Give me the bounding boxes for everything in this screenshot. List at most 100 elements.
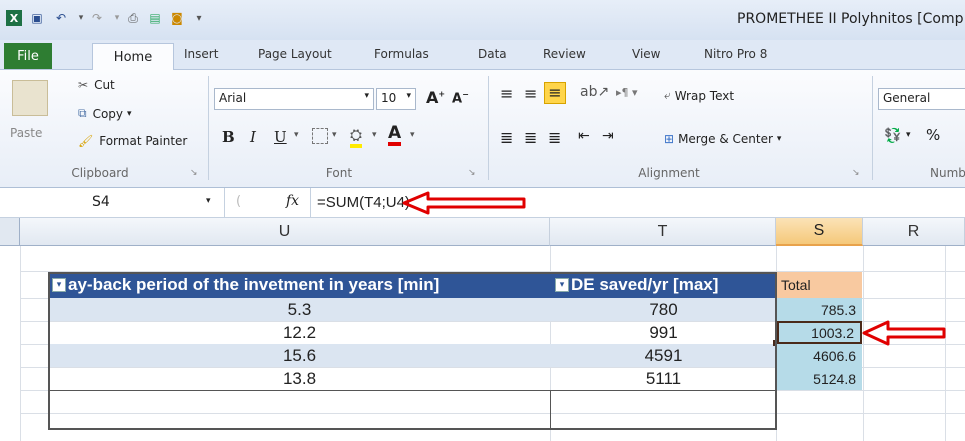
chevron-down-icon[interactable]: ▾ (332, 130, 337, 140)
align-top-icon[interactable]: ≡ (500, 84, 513, 103)
font-size-value: 10 (381, 91, 397, 105)
decrease-indent-icon[interactable]: ⇤ (578, 128, 590, 144)
clipboard-group-label: Clipboard (71, 166, 129, 180)
paste-button[interactable]: Paste (10, 126, 42, 140)
insert-function-button[interactable]: fx (286, 193, 299, 209)
cut-button[interactable]: ✂ Cut (78, 78, 115, 92)
group-separator (872, 76, 873, 180)
select-all-corner[interactable] (0, 218, 20, 246)
align-middle-icon[interactable]: ≡ (524, 84, 537, 103)
cell-u7[interactable]: 13.8 (48, 367, 551, 390)
font-color-icon[interactable]: A (388, 124, 402, 146)
currency-icon[interactable]: 💱 (884, 128, 901, 144)
tab-review[interactable]: Review (543, 47, 586, 61)
table-header-t: DE saved/yr [max] (551, 272, 776, 298)
cell-s7[interactable]: 5124.8 (777, 367, 862, 390)
tab-home[interactable]: Home (92, 43, 174, 71)
bold-button[interactable]: B (222, 128, 235, 146)
grow-font-icon[interactable]: A+ (426, 88, 445, 107)
increase-indent-icon[interactable]: ⇥ (602, 128, 614, 144)
format-painter-button[interactable]: 🖌 Format Painter (78, 134, 187, 148)
cell-u4[interactable]: 5.3 (48, 298, 551, 321)
font-size-select[interactable]: 10 ▾ (376, 88, 416, 110)
orientation-icon[interactable]: ab↗ (580, 84, 609, 100)
align-right-icon[interactable]: ≣ (548, 128, 561, 147)
cut-label: Cut (94, 78, 115, 92)
alignment-launcher-icon[interactable]: ↘ (852, 168, 860, 178)
tab-data[interactable]: Data (478, 47, 507, 61)
tab-nitro-pro[interactable]: Nitro Pro 8 (704, 47, 767, 61)
tab-view[interactable]: View (632, 47, 660, 61)
tab-insert[interactable]: Insert (184, 47, 218, 61)
print-preview-icon[interactable]: ⎙ (124, 9, 142, 27)
merge-center-button[interactable]: ⊞ Merge & Center ▾ (664, 132, 781, 146)
align-left-icon[interactable]: ≣ (500, 128, 513, 147)
group-separator (488, 76, 489, 180)
shrink-font-icon[interactable]: A− (452, 90, 469, 106)
tab-page-layout[interactable]: Page Layout (258, 47, 332, 61)
borders-icon[interactable] (312, 128, 328, 144)
chevron-down-icon[interactable]: ▾ (410, 130, 415, 140)
clipboard-launcher-icon[interactable]: ↘ (190, 168, 198, 178)
chevron-down-icon: ▾ (127, 108, 132, 119)
chevron-down-icon[interactable]: ▾ (294, 130, 299, 140)
name-box[interactable]: S4 (0, 188, 225, 217)
cancel-formula-icon[interactable]: ( (236, 194, 241, 209)
column-header-u[interactable]: U (20, 218, 550, 246)
cell-s5-selected[interactable]: 1003.2 (777, 321, 862, 344)
wrap-text-label: Wrap Text (674, 88, 735, 103)
filter-dropdown-icon[interactable]: ▾ (555, 278, 569, 292)
font-group-label: Font (325, 166, 353, 180)
excel-logo-icon: X (6, 10, 22, 26)
wrap-text-button[interactable]: ⤶ Wrap Text (664, 88, 734, 103)
undo-icon[interactable]: ↶ (52, 9, 70, 27)
gridline (20, 413, 965, 414)
group-separator (208, 76, 209, 180)
copy-button[interactable]: ⧉ Copy ▾ (78, 106, 132, 121)
tab-file[interactable]: File (4, 43, 52, 69)
column-header-t[interactable]: T (550, 218, 776, 246)
percent-button[interactable]: % (926, 126, 940, 144)
window-title: PROMETHEE II Polyhnitos [Comp (737, 11, 964, 27)
merge-icon: ⊞ (664, 132, 675, 146)
underline-button[interactable]: U (274, 128, 287, 146)
merge-center-label: Merge & Center (678, 132, 773, 146)
cell-t4[interactable]: 780 (551, 298, 776, 321)
spreadsheet-grid: U T S R ay-back period of the invetment … (0, 218, 965, 441)
font-name-select[interactable]: Arial ▾ (214, 88, 374, 110)
tab-formulas[interactable]: Formulas (374, 47, 429, 61)
cell-s6[interactable]: 4606.6 (777, 344, 862, 367)
total-header[interactable]: Total (777, 272, 862, 298)
italic-button[interactable]: I (250, 128, 256, 146)
number-format-select[interactable]: General (878, 88, 965, 110)
table-header-u: ay-back period of the invetment in years… (48, 272, 551, 298)
paste-icon[interactable] (12, 80, 48, 116)
column-header-r[interactable]: R (863, 218, 965, 246)
column-header-s[interactable]: S (776, 218, 863, 246)
cell-s4[interactable]: 785.3 (777, 298, 862, 321)
redo-icon[interactable]: ↷ (88, 9, 106, 27)
chevron-down-icon[interactable]: ▾ (906, 130, 911, 140)
save-icon[interactable]: ▣ (28, 9, 46, 27)
gridline (20, 246, 21, 441)
table-inner-line (48, 390, 777, 391)
table-header-u-label: ay-back period of the invetment in years… (68, 275, 440, 294)
align-center-icon[interactable]: ≣ (524, 128, 537, 147)
table-inner-line (550, 390, 551, 430)
chevron-down-icon[interactable]: ▾ (206, 196, 211, 206)
fill-color-icon[interactable]: ⛭ (350, 126, 363, 148)
chevron-down-icon[interactable]: ▾ (372, 130, 377, 140)
customize-qat-icon[interactable]: ▾ (190, 9, 208, 27)
text-direction-icon[interactable]: ▸¶ ▾ (616, 86, 638, 99)
ribbon-tabs: File Home Insert Page Layout Formulas Da… (0, 40, 965, 71)
align-bottom-icon[interactable]: ≡ (544, 82, 566, 104)
cell-t7[interactable]: 5111 (551, 367, 776, 390)
cell-u5[interactable]: 12.2 (48, 321, 551, 344)
cell-t6[interactable]: 4591 (551, 344, 776, 367)
font-launcher-icon[interactable]: ↘ (468, 168, 476, 178)
cell-t5[interactable]: 991 (551, 321, 776, 344)
filter-dropdown-icon[interactable]: ▾ (52, 278, 66, 292)
camera-icon[interactable]: ◙ (168, 9, 186, 27)
form-icon[interactable]: ▤ (146, 9, 164, 27)
cell-u6[interactable]: 15.6 (48, 344, 551, 367)
